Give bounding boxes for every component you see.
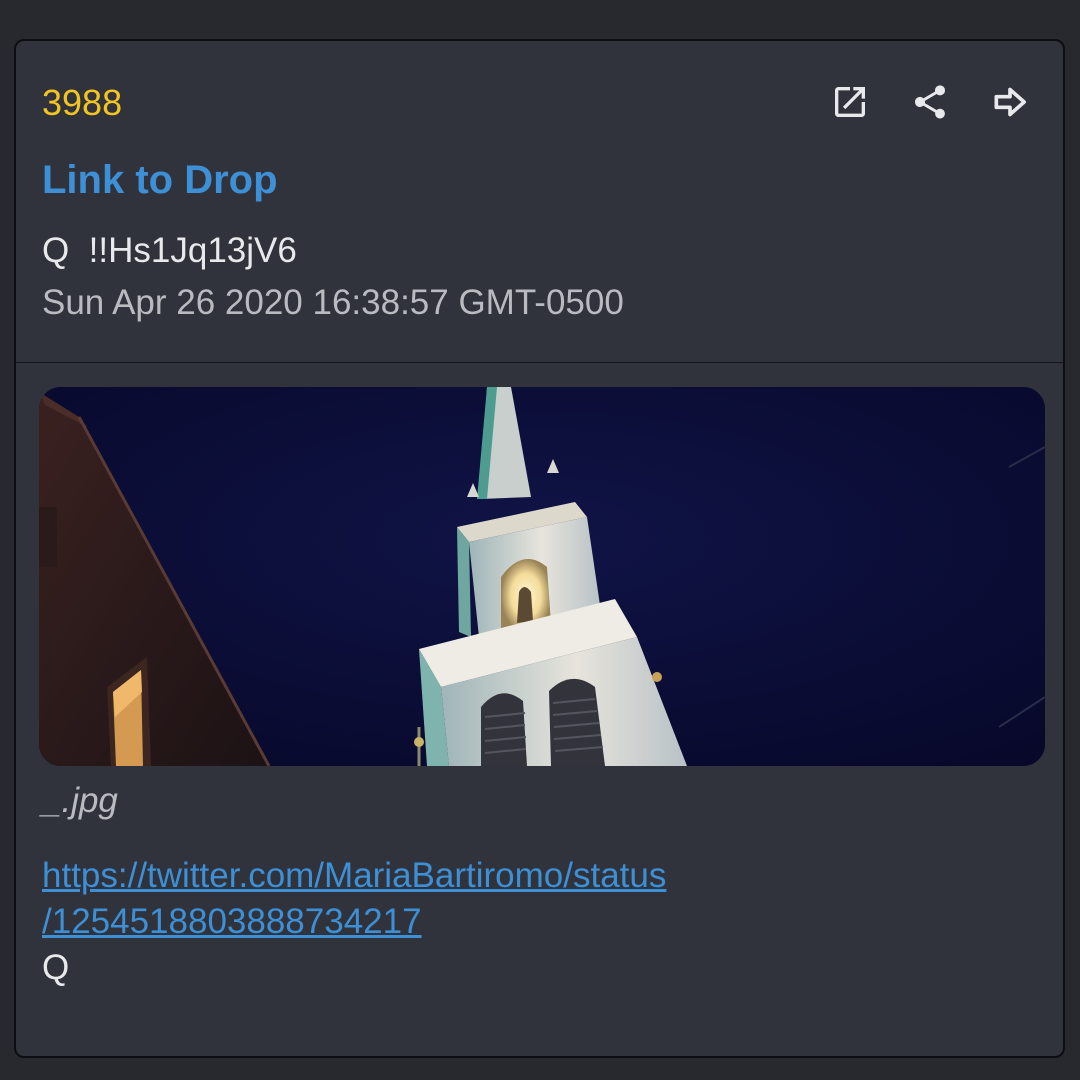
open-external-button[interactable]: [827, 79, 873, 125]
open-in-new-icon: [835, 87, 865, 117]
church-steeple-night-photo: [39, 387, 1045, 766]
link-line-2: /1254518803888734217: [42, 902, 422, 941]
forward-arrow-icon: [994, 87, 1026, 117]
forward-button[interactable]: [987, 79, 1033, 125]
post-actions: [827, 79, 1033, 125]
share-button[interactable]: [907, 79, 953, 125]
link-line-1: https://twitter.com/MariaBartiromo/statu…: [42, 856, 667, 895]
post-image[interactable]: [39, 387, 1045, 766]
twitter-status-link[interactable]: https://twitter.com/MariaBartiromo/statu…: [42, 853, 1022, 945]
post-signature: Q: [42, 948, 70, 987]
post-card: 3988 Link to Drop Q !!Hs1Jq13jV6 Sun Apr…: [14, 39, 1065, 1058]
header-divider: [16, 362, 1063, 363]
post-number: 3988: [42, 82, 123, 123]
author-tripcode: Q !!Hs1Jq13jV6: [42, 231, 297, 270]
link-to-drop[interactable]: Link to Drop: [42, 156, 278, 204]
share-icon: [914, 85, 946, 119]
post-timestamp: Sun Apr 26 2020 16:38:57 GMT-0500: [42, 283, 624, 322]
post-body: https://twitter.com/MariaBartiromo/statu…: [42, 853, 1022, 991]
image-filename: _.jpg: [42, 781, 118, 820]
